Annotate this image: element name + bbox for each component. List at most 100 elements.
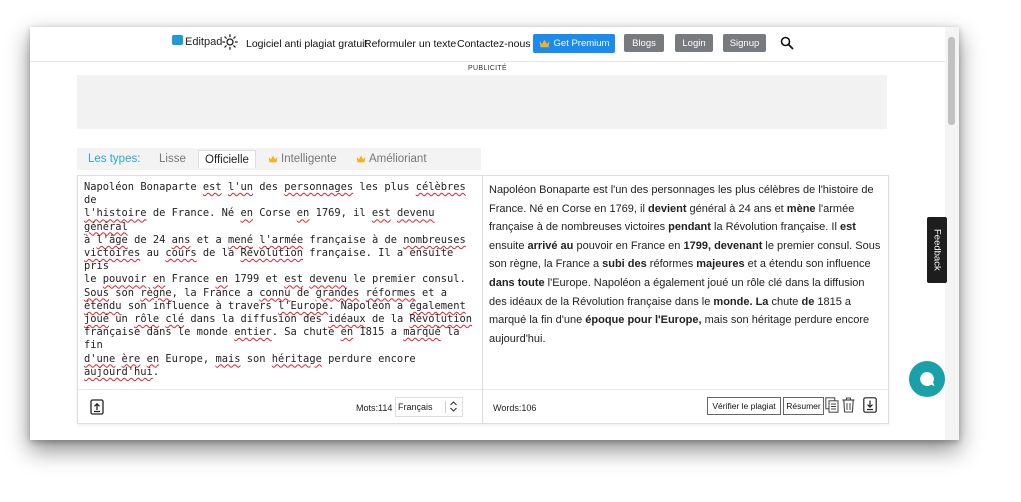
flagged-word[interactable]: également — [409, 300, 465, 312]
search-icon[interactable] — [780, 36, 794, 55]
flagged-word[interactable]: est — [203, 181, 222, 193]
changed-segment: monde. La — [713, 295, 769, 308]
flagged-word[interactable]: marqué — [403, 326, 441, 338]
input-line: victoires au cours de la Révolution fran… — [84, 247, 454, 273]
flagged-word[interactable]: clé — [165, 313, 184, 325]
changed-segment: subi des — [602, 258, 647, 271]
input-line: Napoléon Bonaparte est l'un des personna… — [84, 181, 466, 207]
theme-toggle-sun-icon[interactable] — [222, 34, 238, 55]
tab-lisse[interactable]: Lisse — [159, 153, 186, 165]
flagged-word[interactable]: mais — [215, 353, 240, 365]
input-line: joué un rôle clé dans la diffusion des i… — [84, 313, 473, 326]
flagged-word[interactable]: cours — [165, 247, 196, 259]
flagged-word[interactable]: ère — [122, 353, 141, 365]
nav-link-contact[interactable]: Contactez-nous — [457, 38, 531, 50]
flagged-word[interactable]: victoires — [84, 247, 140, 259]
nav-link-plagiarism[interactable]: Logiciel anti plagiat gratuit — [246, 38, 367, 50]
flagged-word[interactable]: l'un — [228, 181, 253, 193]
trash-icon[interactable] — [842, 397, 855, 418]
input-line: l'histoire de France. Né en Corse en 176… — [84, 207, 435, 233]
chevron-updown-icon — [450, 401, 457, 412]
tab-officielle[interactable]: Officielle — [198, 150, 256, 168]
brand-name: Editpad — [185, 36, 223, 48]
input-textarea[interactable]: Napoléon Bonaparte est l'un des personna… — [84, 181, 479, 379]
flagged-word[interactable]: rôle — [134, 313, 159, 325]
modes-label: Les types: — [88, 153, 141, 165]
nav-link-rephrase[interactable]: Reformuler un texte — [364, 38, 456, 50]
flagged-word[interactable]: réformes — [366, 287, 416, 299]
flagged-word[interactable]: devenu — [397, 207, 435, 219]
flagged-word[interactable]: aujourd'hui — [84, 366, 153, 378]
changed-segment: devient — [647, 202, 687, 215]
flagged-word[interactable]: en — [147, 353, 160, 365]
flagged-word[interactable]: l'histoire — [84, 207, 147, 219]
download-icon[interactable] — [863, 397, 877, 418]
ad-placeholder — [77, 75, 887, 129]
editor-panes: Napoléon Bonaparte est l'un des personna… — [77, 175, 889, 424]
flagged-word[interactable]: d'une — [84, 353, 115, 365]
flagged-word[interactable]: Révolution — [240, 247, 303, 259]
flagged-word[interactable]: est — [284, 273, 303, 285]
flagged-word[interactable]: nombreuses — [403, 234, 466, 246]
summarize-button[interactable]: Résumer — [783, 397, 824, 415]
crown-icon — [356, 155, 366, 163]
flagged-word[interactable]: héritage — [272, 353, 322, 365]
flagged-word[interactable]: est — [372, 207, 391, 219]
brand-logo[interactable]: Editpad — [172, 35, 223, 48]
flagged-word[interactable]: général — [84, 221, 128, 233]
tab-intelligente[interactable]: Intelligente — [268, 153, 337, 165]
chat-widget-button[interactable] — [909, 361, 945, 397]
flagged-word[interactable]: en — [215, 273, 228, 285]
blogs-button[interactable]: Blogs — [624, 34, 664, 52]
changed-segment: 1799, devenant — [683, 239, 763, 252]
flagged-word[interactable]: joué — [84, 313, 109, 325]
input-line: Sous son règne, la France a connu de gra… — [84, 286, 448, 299]
flagged-word[interactable]: connu — [259, 287, 290, 299]
flagged-word[interactable]: l'âge — [97, 234, 128, 246]
text-segment: chute — [768, 295, 802, 308]
tab-intelligente-label: Intelligente — [281, 153, 337, 165]
input-line: d'une ère en Europe, mais son héritage p… — [84, 352, 416, 365]
upload-icon[interactable] — [90, 399, 104, 420]
get-premium-button[interactable]: Get Premium — [533, 34, 615, 53]
flagged-word[interactable]: grandes — [316, 287, 360, 299]
flagged-word[interactable]: règne — [140, 287, 171, 299]
crown-icon — [539, 39, 550, 48]
login-button[interactable]: Login — [675, 34, 713, 52]
flagged-word[interactable]: mené — [228, 234, 253, 246]
flagged-word[interactable]: personnages — [284, 181, 353, 193]
signup-button[interactable]: Signup — [723, 34, 766, 52]
flagged-word[interactable]: étendu — [84, 300, 122, 312]
flagged-word[interactable]: Révolution — [410, 313, 473, 325]
flagged-word[interactable]: en — [153, 273, 166, 285]
input-line: française dans le monde entier. Sa chute… — [84, 326, 460, 352]
crown-icon — [268, 155, 278, 163]
scrollbar-thumb[interactable] — [948, 37, 955, 125]
input-footer: Mots:114 Français — [78, 389, 482, 424]
flagged-word[interactable]: ans — [172, 234, 191, 246]
copy-icon[interactable] — [825, 397, 839, 418]
flagged-word[interactable]: Sous — [84, 287, 109, 299]
flagged-word[interactable]: idéaux — [328, 313, 366, 325]
flagged-word[interactable]: pouvoir — [103, 273, 147, 285]
tab-ameliorant[interactable]: Amélioriant — [356, 153, 427, 165]
text-segment: réformes — [646, 258, 697, 271]
flagged-word[interactable]: l'Europe — [278, 300, 328, 312]
flagged-word[interactable]: entier — [234, 326, 272, 338]
flagged-word[interactable]: en — [240, 207, 253, 219]
text-segment: ensuite — [489, 239, 528, 252]
flagged-word[interactable]: devenu — [309, 273, 347, 285]
paraphrase-modes-bar: Les types: Lisse Officielle Intelligente… — [77, 148, 481, 170]
input-line: aujourd'hui. — [84, 365, 160, 378]
check-plagiarism-button[interactable]: Vérifier le plagiat — [707, 397, 781, 415]
flagged-word[interactable]: l'armée — [259, 234, 303, 246]
changed-segment: de — [801, 295, 815, 308]
flagged-word[interactable]: célèbres — [416, 181, 466, 193]
flagged-word[interactable]: en — [297, 207, 310, 219]
feedback-tab[interactable]: Feedback — [927, 217, 947, 283]
flagged-word[interactable]: en — [341, 326, 354, 338]
changed-segment: arrivé au — [527, 239, 574, 252]
changed-segment: dans toute — [489, 276, 545, 289]
input-line: le pouvoir en France en 1799 et est deve… — [84, 273, 466, 286]
language-select[interactable]: Français — [395, 397, 463, 417]
